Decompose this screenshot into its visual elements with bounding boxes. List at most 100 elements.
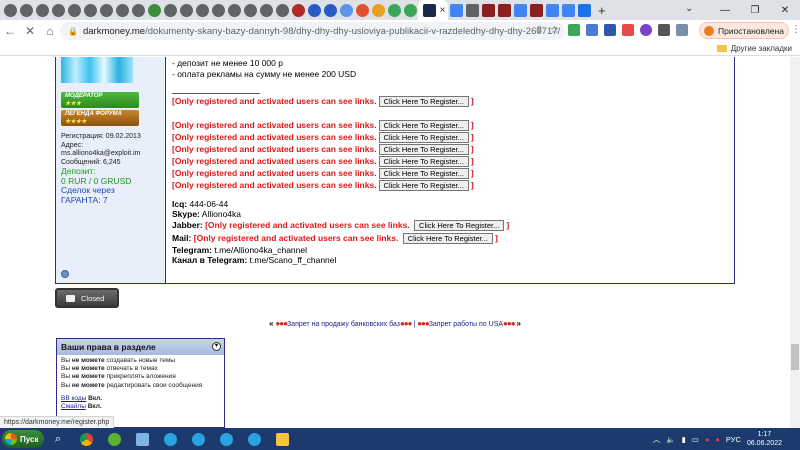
address-bar[interactable]: 🔒 darkmoney.me /dokumenty-skany-bazy-dan… <box>60 22 565 40</box>
related-thread-link[interactable]: Запрет на продажу банковских баз <box>287 321 400 328</box>
browser-tab[interactable] <box>226 0 242 20</box>
register-button[interactable]: Click Here To Register... <box>378 96 469 108</box>
browser-tab[interactable] <box>82 0 98 20</box>
close-window-button[interactable]: ✕ <box>770 0 800 20</box>
chrome-icon[interactable] <box>72 428 100 450</box>
register-button[interactable]: Click Here To Register... <box>402 233 493 245</box>
browser-tab[interactable] <box>370 0 386 20</box>
bookmark-star-icon[interactable]: ☆ <box>550 25 559 36</box>
browser-tab[interactable] <box>2 0 18 20</box>
browser-tab[interactable] <box>386 0 402 20</box>
extension-icon[interactable] <box>604 24 616 36</box>
browser-tab[interactable] <box>242 0 258 20</box>
torrent-icon[interactable] <box>100 428 128 450</box>
tray-arrow-icon[interactable]: ︿ <box>653 434 661 445</box>
other-bookmarks[interactable]: Другие закладки <box>716 44 792 53</box>
browser-tab[interactable] <box>130 0 146 20</box>
tab-search-icon[interactable]: ⌄ <box>685 3 693 14</box>
browser-tab[interactable] <box>338 0 354 20</box>
search-icon[interactable]: ⌕ <box>44 428 72 450</box>
browser-tab[interactable] <box>162 0 178 20</box>
browser-tab[interactable] <box>50 0 66 20</box>
browser-tab[interactable] <box>194 0 210 20</box>
folder-icon[interactable] <box>268 428 296 450</box>
browser-tab[interactable] <box>18 0 34 20</box>
language-indicator[interactable]: РУС <box>726 435 741 444</box>
browser-tab[interactable] <box>306 0 322 20</box>
register-button[interactable]: Click Here To Register... <box>378 156 469 168</box>
register-button[interactable]: Click Here To Register... <box>378 180 469 192</box>
network-icon[interactable]: ▮ <box>682 435 686 444</box>
scroll-thumb[interactable] <box>791 344 799 370</box>
browser-tab[interactable] <box>258 0 274 20</box>
browser-tab[interactable] <box>98 0 114 20</box>
closed-thread-button[interactable]: Closed <box>55 288 119 308</box>
smilies-link[interactable]: Смайлы <box>61 403 86 410</box>
bracket: ] <box>470 144 474 154</box>
active-tab[interactable]: × <box>418 0 448 20</box>
app-icon[interactable] <box>128 428 156 450</box>
permission-line: Вы не можете прикреплять вложения <box>61 373 220 381</box>
battery-icon[interactable]: ▭ <box>692 435 699 444</box>
lock-icon[interactable]: 🔒 <box>68 27 78 36</box>
browser-tab[interactable] <box>480 0 496 20</box>
extension-icon[interactable] <box>622 24 634 36</box>
browser-tab[interactable] <box>448 0 464 20</box>
register-button[interactable]: Click Here To Register... <box>378 144 469 156</box>
browser-tab[interactable] <box>464 0 480 20</box>
browser-tab[interactable] <box>290 0 306 20</box>
register-button[interactable]: Click Here To Register... <box>378 120 469 132</box>
register-button[interactable]: Click Here To Register... <box>378 168 469 180</box>
extension-icon[interactable] <box>640 24 652 36</box>
telegram-icon[interactable] <box>184 428 212 450</box>
profile-paused-button[interactable]: Приостановлена <box>699 22 789 39</box>
extension-icon[interactable] <box>586 24 598 36</box>
bbcode-value: Вкл. <box>88 394 103 402</box>
home-icon[interactable]: ⌂ <box>40 21 60 41</box>
tray-app-icon[interactable]: ● <box>715 435 720 444</box>
browser-tab[interactable] <box>528 0 544 20</box>
browser-tab[interactable] <box>146 0 162 20</box>
minimize-button[interactable]: — <box>710 0 740 20</box>
tray-app-icon[interactable]: ● <box>705 435 710 444</box>
browser-tab[interactable] <box>178 0 194 20</box>
collapse-icon[interactable]: ▾ <box>212 342 221 351</box>
browser-tab[interactable] <box>66 0 82 20</box>
browser-tab[interactable] <box>576 0 592 20</box>
clock[interactable]: 1:17 06.06.2022 <box>747 430 782 448</box>
browser-tab[interactable] <box>544 0 560 20</box>
new-tab-button[interactable]: + <box>598 3 606 18</box>
telegram-icon[interactable] <box>156 428 184 450</box>
page-scrollbar[interactable] <box>790 57 800 428</box>
start-button[interactable]: Пуск <box>2 430 44 448</box>
volume-icon[interactable]: 🔈 <box>666 435 675 444</box>
browser-tab[interactable] <box>496 0 512 20</box>
avatar[interactable] <box>61 57 133 83</box>
share-icon[interactable]: ⇪ <box>535 25 543 36</box>
register-button[interactable]: Click Here To Register... <box>378 132 469 144</box>
register-button[interactable]: Click Here To Register... <box>414 220 505 232</box>
sidepanel-icon[interactable] <box>676 24 688 36</box>
badge-label: ЛЕГЕНДА ФОРУМА <box>65 111 122 117</box>
browser-tab[interactable] <box>402 0 418 20</box>
telegram-icon[interactable] <box>212 428 240 450</box>
stop-icon[interactable]: ✕ <box>20 21 40 41</box>
menu-icon[interactable]: ⋮ <box>791 24 800 35</box>
browser-tab[interactable] <box>560 0 576 20</box>
browser-tab[interactable] <box>210 0 226 20</box>
extension-icon[interactable] <box>568 24 580 36</box>
related-thread-link[interactable]: Запрет работы по USA <box>429 321 503 328</box>
back-icon[interactable]: ← <box>0 21 20 41</box>
tab-favicon-icon <box>275 3 289 17</box>
bbcode-link[interactable]: BB коды <box>61 395 86 402</box>
browser-tab[interactable] <box>322 0 338 20</box>
browser-tab[interactable] <box>114 0 130 20</box>
browser-tab[interactable] <box>354 0 370 20</box>
close-tab-icon[interactable]: × <box>440 5 446 16</box>
browser-tab[interactable] <box>512 0 528 20</box>
restore-button[interactable]: ❐ <box>740 0 770 20</box>
puzzle-icon[interactable] <box>658 24 670 36</box>
browser-tab[interactable] <box>34 0 50 20</box>
browser-tab[interactable] <box>274 0 290 20</box>
telegram-icon[interactable] <box>240 428 268 450</box>
